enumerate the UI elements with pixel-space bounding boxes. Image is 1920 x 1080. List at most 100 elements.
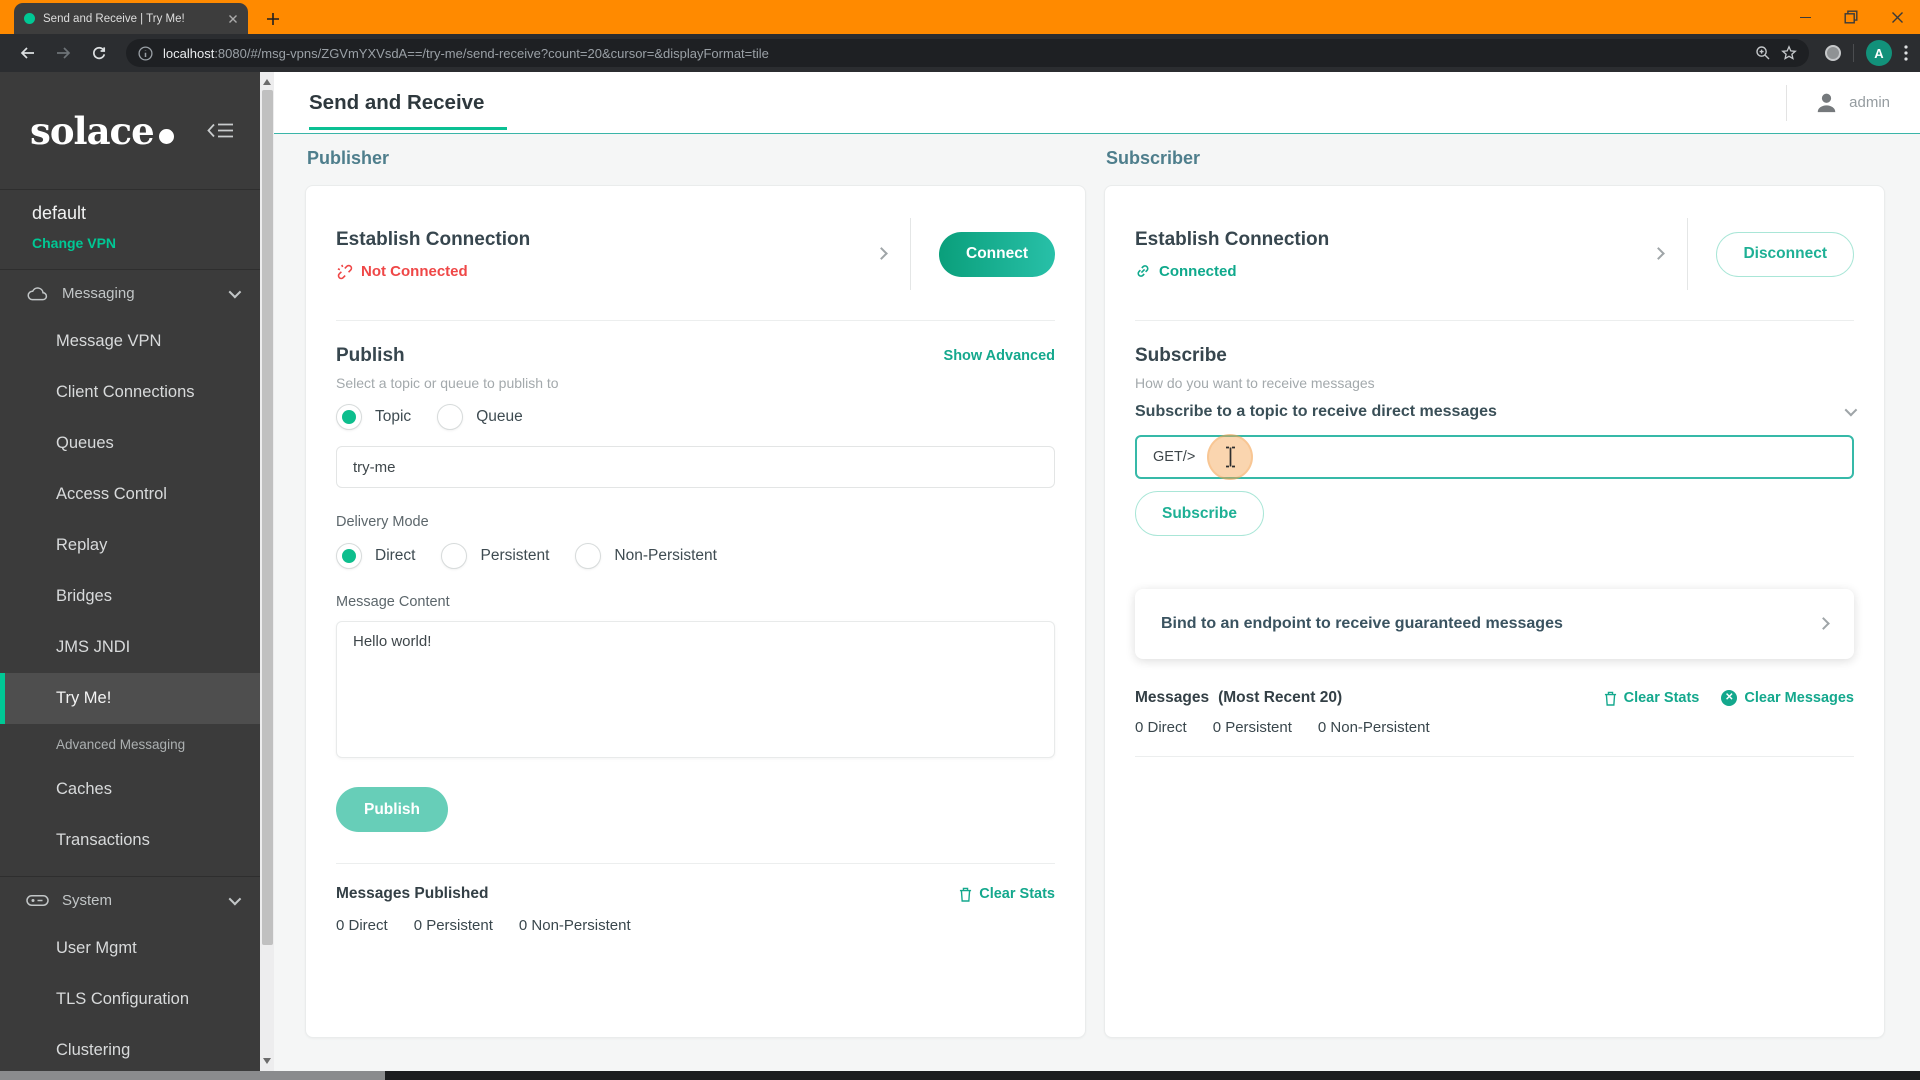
connection-title: Establish Connection [336, 228, 531, 250]
clear-messages-link[interactable]: ✕ Clear Messages [1721, 690, 1854, 706]
horizontal-scrollbar[interactable] [0, 1071, 1920, 1080]
publish-button[interactable]: Publish [336, 787, 448, 832]
reload-button[interactable] [84, 38, 114, 68]
direct-messages-accordion-header[interactable]: Subscribe to a topic to receive direct m… [1135, 403, 1858, 421]
publish-topic-input[interactable] [336, 446, 1055, 488]
direct-messages-header-label: Subscribe to a topic to receive direct m… [1135, 403, 1497, 420]
nav-group-messaging[interactable]: Messaging [0, 270, 260, 316]
sidebar-item-advanced-messaging[interactable]: Advanced Messaging [0, 724, 260, 764]
sidebar-item-message-vpn[interactable]: Message VPN [0, 316, 260, 367]
subscriber-connection-actions: Disconnect [1652, 218, 1854, 290]
publisher-connection-row: Establish Connection Not Connected Conne… [336, 186, 1055, 321]
delivery-mode-label: Delivery Mode [336, 514, 429, 530]
tab-close-icon[interactable] [228, 14, 238, 24]
window-minimize-button[interactable] [1782, 0, 1828, 34]
sidebar-item-client-connections[interactable]: Client Connections [0, 367, 260, 418]
non-persistent-radio-option[interactable]: Non-Persistent [575, 543, 717, 569]
horizontal-scrollbar-thumb[interactable] [0, 1071, 385, 1080]
page-header: Send and Receive admin [274, 72, 1920, 134]
zoom-page-icon[interactable] [1755, 45, 1771, 61]
connection-status: Connected [1135, 263, 1329, 280]
direct-radio-option[interactable]: Direct [336, 543, 415, 569]
stat-persistent: 0 Persistent [413, 917, 493, 934]
browser-tab[interactable]: Send and Receive | Try Me! [14, 3, 248, 34]
publish-subtitle: Select a topic or queue to publish to [336, 375, 559, 391]
sidebar-item-replay[interactable]: Replay [0, 520, 260, 571]
scroll-up-icon[interactable] [263, 79, 271, 85]
sidebar-item-caches[interactable]: Caches [0, 764, 260, 815]
window-restore-button[interactable] [1828, 0, 1874, 34]
tab-title: Send and Receive | Try Me! [43, 12, 185, 25]
sidebar-item-transactions[interactable]: Transactions [0, 815, 260, 866]
scroll-down-icon[interactable] [263, 1058, 271, 1064]
sidebar-item-clustering[interactable]: Clustering [0, 1025, 260, 1076]
queue-radio[interactable] [437, 404, 464, 430]
persistent-radio-label: Persistent [480, 547, 550, 564]
connection-status-text: Connected [1159, 262, 1237, 280]
header-user-group[interactable]: admin [1786, 84, 1890, 121]
site-info-icon[interactable] [138, 45, 153, 61]
chevron-down-icon[interactable] [1844, 403, 1858, 421]
vpn-block: default Change VPN [0, 190, 260, 270]
stat-direct: 0 Direct [1135, 719, 1187, 736]
sidebar-item-tls-configuration[interactable]: TLS Configuration [0, 974, 260, 1025]
vpn-name: default [32, 203, 87, 223]
new-tab-button[interactable] [260, 6, 286, 32]
change-vpn-link[interactable]: Change VPN [32, 235, 116, 251]
non-persistent-radio-label: Non-Persistent [614, 547, 717, 564]
back-button[interactable] [12, 38, 42, 68]
chevron-right-icon[interactable] [875, 245, 888, 263]
sidebar-item-jms-jndi[interactable]: JMS JNDI [0, 622, 260, 673]
topic-radio[interactable] [336, 404, 362, 430]
collapse-sidebar-icon[interactable] [207, 122, 234, 139]
non-persistent-radio[interactable] [575, 543, 602, 569]
nav-group-system[interactable]: System [0, 877, 260, 923]
sidebar-scrollbar[interactable] [260, 72, 274, 1080]
chevron-right-icon[interactable] [1652, 245, 1666, 263]
subscribe-button[interactable]: Subscribe [1135, 491, 1264, 536]
clear-stats-link[interactable]: Clear Stats [1604, 690, 1699, 706]
sidebar-item-access-control[interactable]: Access Control [0, 469, 260, 520]
bookmark-star-icon[interactable] [1781, 45, 1797, 61]
forward-button[interactable] [48, 38, 78, 68]
subscribe-title: Subscribe [1135, 345, 1227, 366]
sidebar-scrollbar-thumb[interactable] [261, 90, 273, 945]
direct-radio[interactable] [336, 543, 362, 569]
extension-icon[interactable] [1825, 45, 1841, 61]
stat-direct: 0 Direct [336, 917, 388, 934]
subscribe-topic-input[interactable] [1135, 435, 1854, 479]
url-bar[interactable]: localhost:8080/#/msg-vpns/ZGVmYXVsdA==/t… [126, 39, 1809, 67]
publisher-connection-actions: Connect [875, 218, 1055, 290]
publisher-stats-head: Messages Published Clear Stats [336, 885, 1055, 903]
main-area: Send and Receive admin Publisher Establi… [274, 72, 1920, 1080]
queue-radio-option[interactable]: Queue [437, 404, 523, 430]
sidebar-item-bridges[interactable]: Bridges [0, 571, 260, 622]
system-icon [26, 893, 49, 908]
stat-non-persistent: 0 Non-Persistent [1317, 719, 1430, 736]
message-content-textarea[interactable]: Hello world! [336, 621, 1055, 758]
window-close-button[interactable] [1874, 0, 1920, 34]
sidebar-item-queues[interactable]: Queues [0, 418, 260, 469]
clear-messages-label: Clear Messages [1744, 690, 1854, 706]
sidebar-item-user-mgmt[interactable]: User Mgmt [0, 923, 260, 974]
disconnect-button[interactable]: Disconnect [1716, 231, 1854, 277]
publisher-divider [336, 863, 1055, 864]
toolbar-right-group: A [1821, 40, 1908, 66]
show-advanced-link[interactable]: Show Advanced [944, 348, 1055, 364]
chevron-right-icon [1817, 615, 1830, 633]
clear-stats-link[interactable]: Clear Stats [959, 886, 1055, 902]
sidebar-item-try-me[interactable]: Try Me! [0, 673, 260, 724]
persistent-radio-option[interactable]: Persistent [441, 543, 549, 569]
connect-button[interactable]: Connect [939, 231, 1055, 277]
trash-icon [959, 887, 972, 902]
subscribe-subtitle: How do you want to receive messages [1135, 375, 1375, 391]
persistent-radio[interactable] [441, 543, 468, 569]
bind-endpoint-card[interactable]: Bind to an endpoint to receive guarantee… [1135, 589, 1854, 659]
browser-profile-avatar[interactable]: A [1866, 40, 1892, 66]
publish-section-head: Publish Select a topic or queue to publi… [336, 321, 1055, 391]
subscriber-divider [1135, 756, 1854, 757]
browser-menu-icon[interactable] [1904, 45, 1908, 61]
topic-radio-option[interactable]: Topic [336, 404, 411, 430]
connection-status: Not Connected [336, 263, 530, 280]
subscribe-section-head: Subscribe How do you want to receive mes… [1135, 321, 1854, 391]
